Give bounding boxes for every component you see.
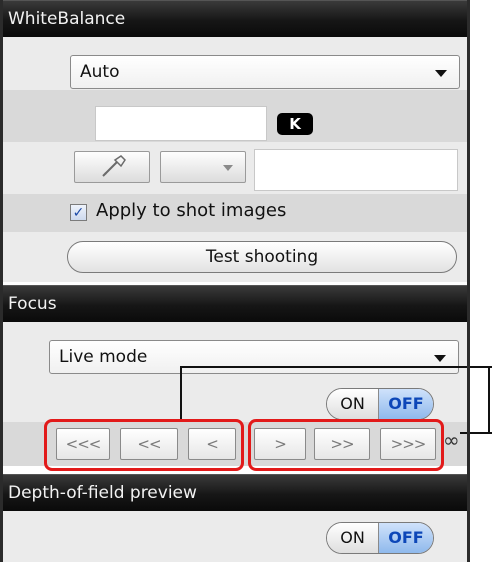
- wb-preset-name-field: [254, 149, 458, 191]
- chevron-down-icon: [435, 70, 447, 77]
- wb-mode-dropdown[interactable]: Auto: [70, 55, 460, 89]
- far-buttons-highlight: [248, 419, 444, 471]
- panel-frame-right: [467, 0, 470, 562]
- chevron-down-icon: [434, 355, 446, 362]
- chevron-down-icon: [223, 165, 233, 171]
- callout-line-left: [180, 366, 182, 422]
- focus-off-option[interactable]: OFF: [379, 389, 433, 419]
- white-balance-header: WhiteBalance: [0, 0, 470, 37]
- dof-header: Depth-of-field preview: [0, 474, 470, 511]
- panel-frame-left: [0, 0, 3, 562]
- focus-on-option[interactable]: ON: [327, 389, 379, 419]
- focus-title: Focus: [8, 294, 57, 314]
- apply-to-shot-label: Apply to shot images: [96, 200, 287, 221]
- dof-on-option[interactable]: ON: [327, 523, 379, 553]
- focus-on-off-toggle[interactable]: ON OFF: [326, 388, 434, 420]
- callout-line-right: [488, 366, 490, 434]
- dof-title: Depth-of-field preview: [8, 483, 197, 503]
- dof-off-option[interactable]: OFF: [379, 523, 433, 553]
- eyedropper-icon: [102, 155, 126, 177]
- focus-header: Focus: [0, 285, 470, 322]
- focus-mode-value: Live mode: [59, 347, 148, 367]
- wb-preset-dropdown[interactable]: [160, 151, 246, 183]
- focus-mode-dropdown[interactable]: Live mode: [49, 340, 459, 374]
- white-balance-title: WhiteBalance: [8, 9, 126, 29]
- test-shooting-button[interactable]: Test shooting: [67, 241, 457, 273]
- apply-to-shot-checkbox[interactable]: ✓: [70, 204, 87, 221]
- kelvin-input[interactable]: [95, 106, 267, 141]
- near-buttons-highlight: [44, 419, 244, 471]
- kelvin-unit-badge: K: [277, 113, 313, 135]
- callout-line-top: [180, 366, 492, 368]
- eyedropper-button[interactable]: [74, 151, 150, 183]
- callout-line-right-stub: [460, 432, 492, 434]
- dof-on-off-toggle[interactable]: ON OFF: [326, 522, 434, 554]
- wb-mode-value: Auto: [80, 62, 120, 82]
- infinity-icon: ∞: [443, 428, 460, 452]
